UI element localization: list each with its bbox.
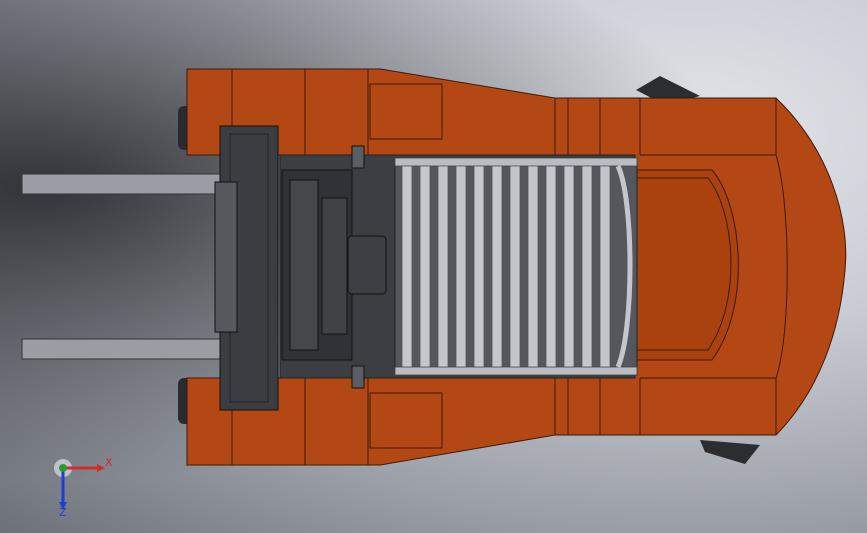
upper-hinge xyxy=(351,145,365,169)
z-axis-label: Z xyxy=(59,506,67,519)
orientation-triad[interactable]: X Z xyxy=(45,452,125,522)
radiator-grille[interactable] xyxy=(394,157,638,376)
x-axis-label: X xyxy=(105,456,113,469)
lower-hinge xyxy=(351,365,365,389)
cad-viewport[interactable]: X Z xyxy=(0,0,867,533)
lower-fork[interactable] xyxy=(21,338,243,360)
triad-icon xyxy=(54,459,105,510)
upper-fork[interactable] xyxy=(21,173,243,195)
rear-left-tire xyxy=(700,440,760,464)
mast-carriage[interactable] xyxy=(214,125,279,411)
counterweight-recess xyxy=(633,169,739,361)
forklift-model[interactable] xyxy=(0,0,867,533)
